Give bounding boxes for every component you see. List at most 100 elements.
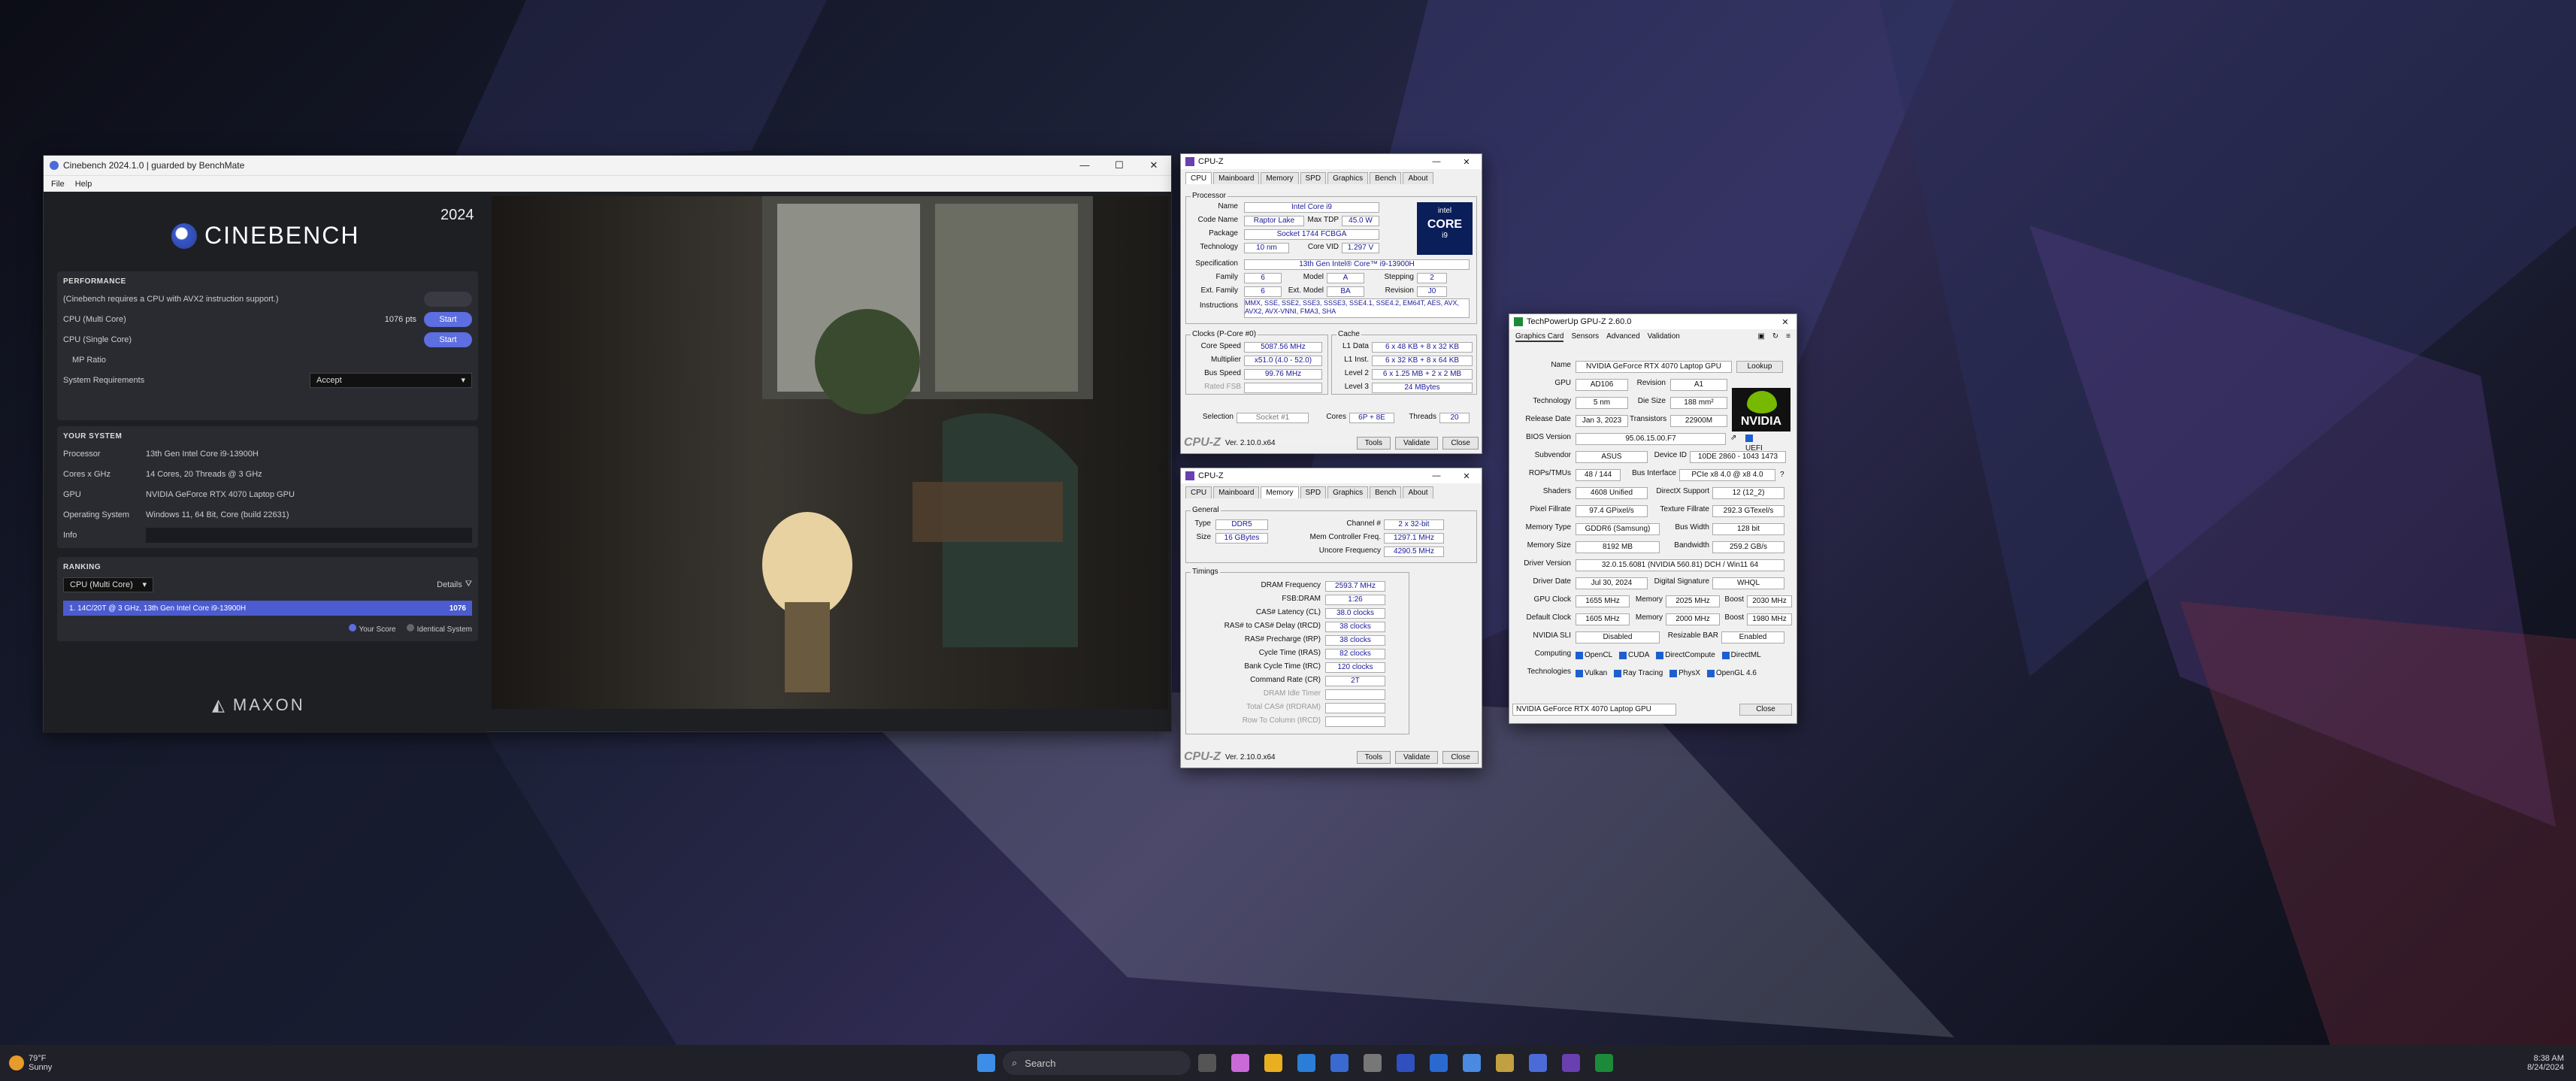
gpuz-titlebar[interactable]: TechPowerUp GPU-Z 2.60.0 ✕ <box>1509 314 1797 329</box>
validate-button[interactable]: Validate <box>1395 436 1439 450</box>
field-key: Mem Controller Freq. <box>1309 533 1381 541</box>
gpuz-app-icon <box>1514 317 1523 326</box>
texture-fillrate: 292.3 GTexel/s <box>1712 505 1784 517</box>
tools-button[interactable]: Tools <box>1356 750 1391 764</box>
timing-value: 120 clocks <box>1325 662 1385 673</box>
app-icon[interactable] <box>1430 1054 1448 1072</box>
clock[interactable]: 8:38 AM 8/24/2024 <box>2527 1054 2564 1072</box>
sys-key: Operating System <box>63 510 130 519</box>
multi-core-start-button[interactable]: Start <box>424 311 472 327</box>
menu-file[interactable]: File <box>51 180 65 189</box>
sysreq-select[interactable]: Accept ▾ <box>310 372 472 388</box>
close-button[interactable]: ✕ <box>1451 471 1482 481</box>
gpuz-icon[interactable] <box>1595 1054 1613 1072</box>
tab-advanced[interactable]: Advanced <box>1606 332 1639 342</box>
cpuz-titlebar[interactable]: CPU-Z — ✕ <box>1181 468 1482 483</box>
close-button[interactable]: ✕ <box>1451 157 1482 167</box>
minimize-button[interactable]: — <box>1067 159 1102 171</box>
chrome-icon[interactable] <box>1463 1054 1481 1072</box>
ranking-entry-score: 1076 <box>449 604 466 613</box>
tab-cpu[interactable]: CPU <box>1185 172 1212 184</box>
tab-graphics[interactable]: Graphics <box>1327 486 1369 498</box>
app-icon[interactable] <box>1364 1054 1382 1072</box>
bandwidth: 259.2 GB/s <box>1712 541 1784 553</box>
level-3: 24 MBytes <box>1372 383 1473 393</box>
tab-graphics[interactable]: Graphics <box>1327 172 1369 184</box>
close-button[interactable]: Close <box>1442 750 1479 764</box>
camera-icon[interactable]: ▣ <box>1757 332 1764 342</box>
close-button[interactable]: Close <box>1739 704 1792 716</box>
tab-mainboard[interactable]: Mainboard <box>1213 172 1260 184</box>
cinebench-app-icon <box>50 161 59 170</box>
mem-ctrl-freq: 1297.1 MHz <box>1384 533 1444 544</box>
validate-button[interactable]: Validate <box>1395 750 1439 764</box>
field-key: Core Speed <box>1200 342 1241 350</box>
copilot-icon[interactable] <box>1231 1054 1249 1072</box>
field-key: Technology <box>1200 243 1238 251</box>
close-button[interactable]: Close <box>1442 436 1479 450</box>
tab-mainboard[interactable]: Mainboard <box>1213 486 1260 498</box>
cinebench-titlebar[interactable]: Cinebench 2024.1.0 | guarded by BenchMat… <box>44 156 1171 175</box>
legend-dot-icon <box>406 623 414 631</box>
minimize-button[interactable]: — <box>1421 471 1451 481</box>
close-button[interactable]: ✕ <box>1137 159 1171 171</box>
sys-key: Processor <box>63 449 101 459</box>
gpu-transistors: 22900M <box>1670 415 1727 427</box>
benchmate-icon[interactable] <box>1496 1054 1514 1072</box>
timing-value: 82 clocks <box>1325 649 1385 659</box>
socket-select[interactable]: Socket #1 <box>1237 413 1309 423</box>
lookup-button[interactable]: Lookup <box>1736 361 1783 373</box>
cpuz-titlebar[interactable]: CPU-Z — ✕ <box>1181 154 1482 169</box>
info-field[interactable] <box>146 527 472 543</box>
single-core-start-button[interactable]: Start <box>424 332 472 347</box>
edge-icon[interactable] <box>1297 1054 1315 1072</box>
maximize-button[interactable]: ☐ <box>1102 159 1137 171</box>
start-icon[interactable] <box>977 1054 995 1072</box>
tab-about[interactable]: About <box>1403 486 1433 498</box>
store-icon[interactable] <box>1330 1054 1349 1072</box>
search-box[interactable]: ⌕ Search <box>1003 1051 1191 1075</box>
gpu-select[interactable]: NVIDIA GeForce RTX 4070 Laptop GPU <box>1512 704 1676 716</box>
weather-widget[interactable]: 79°F Sunny <box>0 1054 150 1072</box>
menu-help[interactable]: Help <box>75 180 92 189</box>
minimize-button[interactable]: — <box>1421 157 1451 167</box>
bus-interface: PCIe x8 4.0 @ x8 4.0 <box>1679 469 1775 481</box>
sys-value: 14 Cores, 20 Threads @ 3 GHz <box>146 469 262 479</box>
sys-key: Info <box>63 530 77 540</box>
tab-spd[interactable]: SPD <box>1300 172 1327 184</box>
close-button[interactable]: ✕ <box>1774 317 1797 327</box>
share-icon[interactable]: ⇗ <box>1730 434 1736 442</box>
tab-bench[interactable]: Bench <box>1370 172 1402 184</box>
field-key: Level 3 <box>1344 383 1369 391</box>
app-icon[interactable] <box>1397 1054 1415 1072</box>
tools-button[interactable]: Tools <box>1356 436 1391 450</box>
tab-spd[interactable]: SPD <box>1300 486 1327 498</box>
cpuz-icon[interactable] <box>1562 1054 1580 1072</box>
file-explorer-icon[interactable] <box>1264 1054 1282 1072</box>
filter-icon[interactable]: ⛛ <box>465 580 472 589</box>
tab-cpu[interactable]: CPU <box>1185 486 1212 498</box>
tab-memory[interactable]: Memory <box>1261 172 1299 184</box>
bus-width: 128 bit <box>1712 523 1784 535</box>
tab-validation[interactable]: Validation <box>1648 332 1680 342</box>
sys-key: Cores x GHz <box>63 469 110 479</box>
menu-icon[interactable]: ≡ <box>1786 332 1790 342</box>
tab-memory[interactable]: Memory <box>1261 486 1299 498</box>
intel-badge-brand: intel <box>1437 207 1452 215</box>
weather-temp: 79°F <box>29 1054 47 1063</box>
gpu-chip: AD106 <box>1576 379 1628 391</box>
task-view-icon[interactable] <box>1198 1054 1216 1072</box>
cinebench-icon[interactable] <box>1529 1054 1547 1072</box>
tab-sensors[interactable]: Sensors <box>1571 332 1599 342</box>
timing-value: 38.0 clocks <box>1325 608 1385 619</box>
tab-about[interactable]: About <box>1403 172 1433 184</box>
tab-graphics-card[interactable]: Graphics Card <box>1515 332 1564 342</box>
ranking-entry[interactable]: 1. 14C/20T @ 3 GHz, 13th Gen Intel Core … <box>63 601 472 616</box>
refresh-icon[interactable]: ↻ <box>1772 332 1778 342</box>
field-key: Revision <box>1385 286 1414 295</box>
tab-bench[interactable]: Bench <box>1370 486 1402 498</box>
cpu-model: A <box>1327 273 1364 283</box>
help-icon[interactable]: ? <box>1780 471 1784 479</box>
ranking-select[interactable]: CPU (Multi Core) ▾ <box>63 577 153 592</box>
details-button[interactable]: Details <box>437 580 462 589</box>
